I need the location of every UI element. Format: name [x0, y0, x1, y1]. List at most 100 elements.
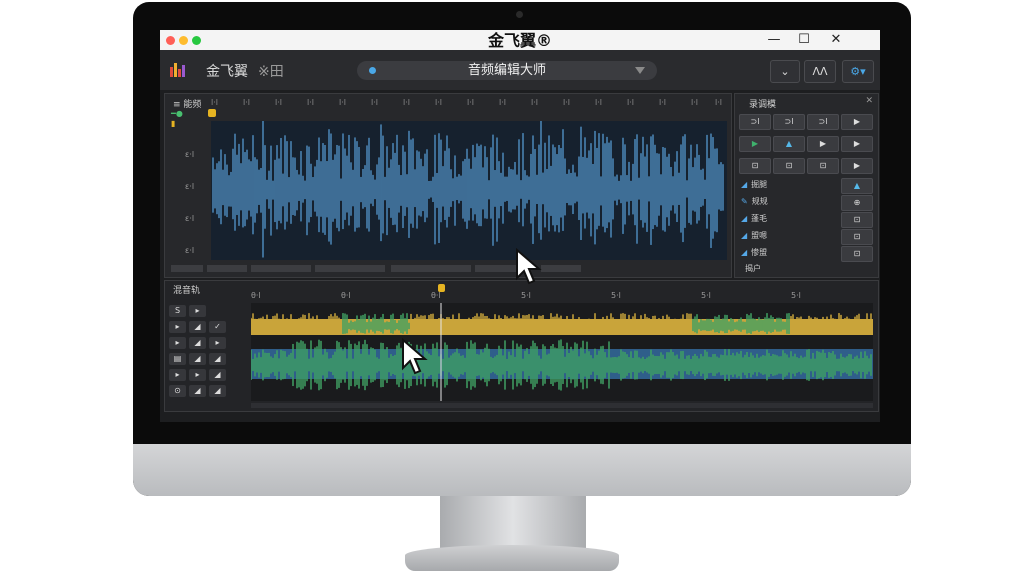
track-lanes[interactable] [251, 303, 873, 401]
ruler-label: l·l [403, 98, 410, 107]
track-playhead-handle[interactable] [438, 284, 445, 292]
track-button[interactable]: ✓ [209, 321, 226, 333]
footer-segment [171, 265, 203, 272]
effect-button[interactable]: ⊃l [739, 114, 771, 130]
minimize-button[interactable]: — [763, 31, 785, 49]
track-button[interactable]: ◢ [189, 337, 206, 349]
ruler-label: l·l [691, 98, 698, 107]
track-button[interactable]: ◢ [209, 385, 226, 397]
track-header: ▸ ▸ ◢ [169, 369, 249, 383]
ruler-label: l·l [467, 98, 474, 107]
ruler-label: 5·l [701, 291, 711, 300]
track-button[interactable]: ▸ [169, 369, 186, 381]
timeline-scrollbar[interactable] [251, 403, 873, 408]
effects-title: 录调模 [749, 100, 777, 110]
track-button[interactable]: ▸ [169, 321, 186, 333]
maximize-button[interactable]: ☐ [793, 31, 815, 49]
ruler-label: l·l [563, 98, 570, 107]
effects-panel: 录调模 ✕ ⊃l ⊃l ⊃l ▶ ▶ ▲ ▶ ▶ ⊡ ⊡ ⊡ ▶ ◢ 掘腿 ▲ ✎… [734, 93, 879, 278]
effect-row-label: 惨盟 [751, 248, 768, 257]
zoom-traffic-light[interactable] [192, 36, 201, 45]
effect-row[interactable]: ◢ 盟嗯 [737, 229, 833, 243]
footer-segment [391, 265, 471, 272]
track-time-ruler[interactable]: θ·l θ·l θ·l 5·l 5·l 5·l 5·l [251, 291, 873, 301]
ruler-label: l·l [339, 98, 346, 107]
effect-button[interactable]: ⊡ [807, 158, 839, 174]
effect-button[interactable]: ⊃l [807, 114, 839, 130]
waveform-canvas[interactable] [211, 121, 727, 260]
time-ruler[interactable]: l·l l·l l·l l·l l·l l·l l·l l·l l·l l·l … [211, 98, 727, 108]
settings-gear-icon[interactable]: ⚙▾ [842, 60, 874, 83]
close-button[interactable]: ✕ [825, 31, 847, 49]
track-button[interactable]: ▤ [169, 353, 186, 365]
playhead-handle[interactable] [208, 109, 216, 117]
effect-button[interactable]: ⊡ [739, 158, 771, 174]
track-button[interactable]: S [169, 305, 186, 317]
effect-button[interactable]: ⊃l [773, 114, 805, 130]
effect-button[interactable]: ▶ [807, 136, 839, 152]
effect-row-icon: ◢ [741, 180, 748, 189]
close-traffic-light[interactable] [166, 36, 175, 45]
track-color-icon[interactable]: ━● [171, 109, 183, 118]
track-button[interactable]: ▸ [189, 305, 206, 317]
effect-row[interactable]: ◢ 蓬毛 [737, 212, 833, 226]
effect-row[interactable]: ◢ 惨盟 [737, 246, 833, 260]
effect-row-icon: ✎ [741, 197, 748, 206]
track-button[interactable]: ◢ [189, 353, 206, 365]
ruler-label: 5·l [791, 291, 801, 300]
minimize-traffic-light[interactable] [179, 36, 188, 45]
track-button[interactable]: ▸ [169, 337, 186, 349]
effect-row-label: 揭户 [745, 264, 761, 273]
effect-row-label: 盟嗯 [751, 231, 768, 240]
track-header: ⊙ ◢ ◢ [169, 385, 249, 399]
close-icon[interactable]: ✕ [865, 96, 873, 106]
record-dot-icon [369, 67, 376, 74]
effect-row-label: 规规 [751, 197, 768, 206]
effect-row[interactable]: ✎ 规规 [737, 195, 833, 209]
effect-row-icon: ◢ [741, 231, 748, 240]
track-button[interactable]: ◢ [209, 369, 226, 381]
effect-row[interactable]: 揭户 [737, 262, 833, 276]
brand-name: 金飞翼 [206, 64, 248, 80]
au-button[interactable]: ΛΛ [804, 60, 836, 83]
effect-button[interactable]: ▶ [841, 158, 873, 174]
effect-row-button[interactable]: ▲ [841, 178, 873, 194]
dropdown-arrow-icon[interactable] [635, 67, 645, 74]
track-button[interactable]: ▸ [189, 369, 206, 381]
effect-row-button[interactable]: ⊕ [841, 195, 873, 211]
ruler-label: θ·l [251, 291, 261, 300]
track-button[interactable]: ▸ [209, 337, 226, 349]
mouse-pointer-icon [516, 248, 542, 285]
mouse-pointer-icon [402, 338, 428, 375]
monitor-base [405, 545, 619, 571]
multitrack-panel: 混音轨 θ·l θ·l θ·l 5·l 5·l 5·l 5·l S ▸ ▸ ◢ … [164, 280, 879, 412]
effect-row-button[interactable]: ⊡ [841, 212, 873, 228]
effect-row-button[interactable]: ⊡ [841, 229, 873, 245]
effect-row-label: 蓬毛 [751, 214, 768, 223]
track-button[interactable]: ◢ [209, 353, 226, 365]
effect-row-button[interactable]: ⊡ [841, 246, 873, 262]
track-button[interactable]: ◢ [189, 321, 206, 333]
effect-button[interactable]: ▶ [841, 114, 873, 130]
marker-icon[interactable]: ▮ [171, 119, 175, 128]
effect-button[interactable]: ▲ [773, 136, 805, 152]
effect-button[interactable]: ▶ [739, 136, 771, 152]
ruler-label: l·l [307, 98, 314, 107]
amplitude-label: ε·l [185, 246, 195, 255]
effect-button[interactable]: ⊡ [773, 158, 805, 174]
track-button[interactable]: ◢ [189, 385, 206, 397]
view-dropdown-button[interactable]: ⌄ [770, 60, 800, 83]
project-title-field[interactable]: 音频编辑大师 [357, 61, 657, 80]
effect-row-label: 掘腿 [751, 180, 768, 189]
track-header: S ▸ [169, 305, 249, 319]
track-header: ▸ ◢ ▸ [169, 337, 249, 351]
effect-button[interactable]: ▶ [841, 136, 873, 152]
monitor-chin [133, 444, 911, 496]
amplitude-label: ε·l [185, 214, 195, 223]
ruler-label: 5·l [521, 291, 531, 300]
effect-row[interactable]: ◢ 掘腿 [737, 178, 833, 192]
track-button[interactable]: ⊙ [169, 385, 186, 397]
editor-scroll-bar[interactable] [171, 265, 727, 274]
footer-segment [251, 265, 311, 272]
brand-glyphs: ※田 [258, 64, 284, 80]
